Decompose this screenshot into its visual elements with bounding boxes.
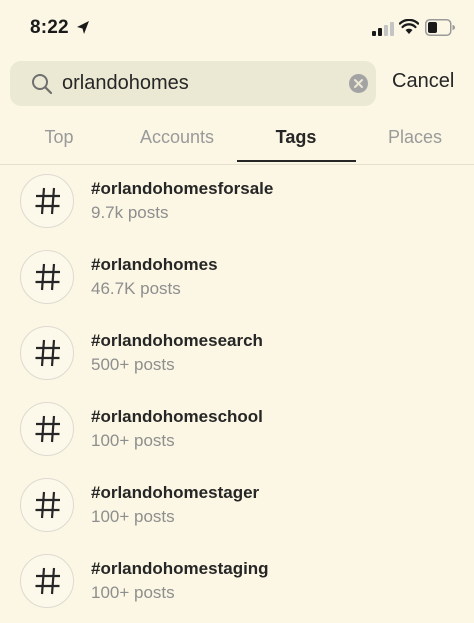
status-bar: 8:22 [0,0,474,56]
tag-name: #orlandohomes [91,255,218,274]
hashtag-icon [35,567,60,595]
tag-post-count: 9.7k posts [91,203,169,222]
search-tabs: Top Accounts Tags Places [0,112,474,165]
tag-post-count: 46.7K posts [91,279,181,298]
active-tab-indicator [237,160,356,162]
status-time: 8:22 [30,17,69,38]
search-box[interactable]: orlandohomes [10,61,376,106]
hashtag-icon [35,187,60,215]
hashtag-icon [35,263,60,291]
list-item[interactable]: #orlandohomes 46.7K posts [0,240,474,316]
tab-places[interactable]: Places [356,112,474,163]
hashtag-avatar [20,478,74,532]
wifi-icon [399,19,419,34]
hashtag-avatar [20,250,74,304]
tag-post-count: 100+ posts [91,583,175,602]
hashtag-avatar [20,174,74,228]
list-item[interactable]: #orlandohomestaging 100+ posts [0,544,474,620]
search-input[interactable]: orlandohomes [62,61,189,106]
hashtag-avatar [20,402,74,456]
tab-top[interactable]: Top [0,112,118,163]
list-item[interactable]: #orlandohomeschool 100+ posts [0,392,474,468]
list-item[interactable]: #orlandohomesearch 500+ posts [0,316,474,392]
tag-post-count: 100+ posts [91,431,175,450]
hashtag-avatar [20,326,74,380]
tag-post-count: 500+ posts [91,355,175,374]
tag-post-count: 100+ posts [91,507,175,526]
tag-name: #orlandohomestager [91,483,260,502]
hashtag-avatar [20,554,74,608]
tab-tags[interactable]: Tags [237,112,355,163]
tab-accounts[interactable]: Accounts [118,112,236,163]
clear-icon[interactable] [349,74,368,93]
list-item[interactable]: #orlandohomesforsale 9.7k posts [0,164,474,240]
tag-name: #orlandohomestaging [91,559,269,578]
tag-name: #orlandohomesforsale [91,179,274,198]
location-arrow-icon [77,21,89,34]
search-icon [32,74,53,95]
cellular-signal-icon [372,22,394,36]
hashtag-icon [35,491,60,519]
battery-icon [425,19,455,36]
hashtag-icon [35,339,60,367]
cancel-button[interactable]: Cancel [392,70,454,93]
tag-name: #orlandohomesearch [91,331,263,350]
tag-name: #orlandohomeschool [91,407,263,426]
list-item[interactable]: #orlandohomestager 100+ posts [0,468,474,544]
hashtag-icon [35,415,60,443]
